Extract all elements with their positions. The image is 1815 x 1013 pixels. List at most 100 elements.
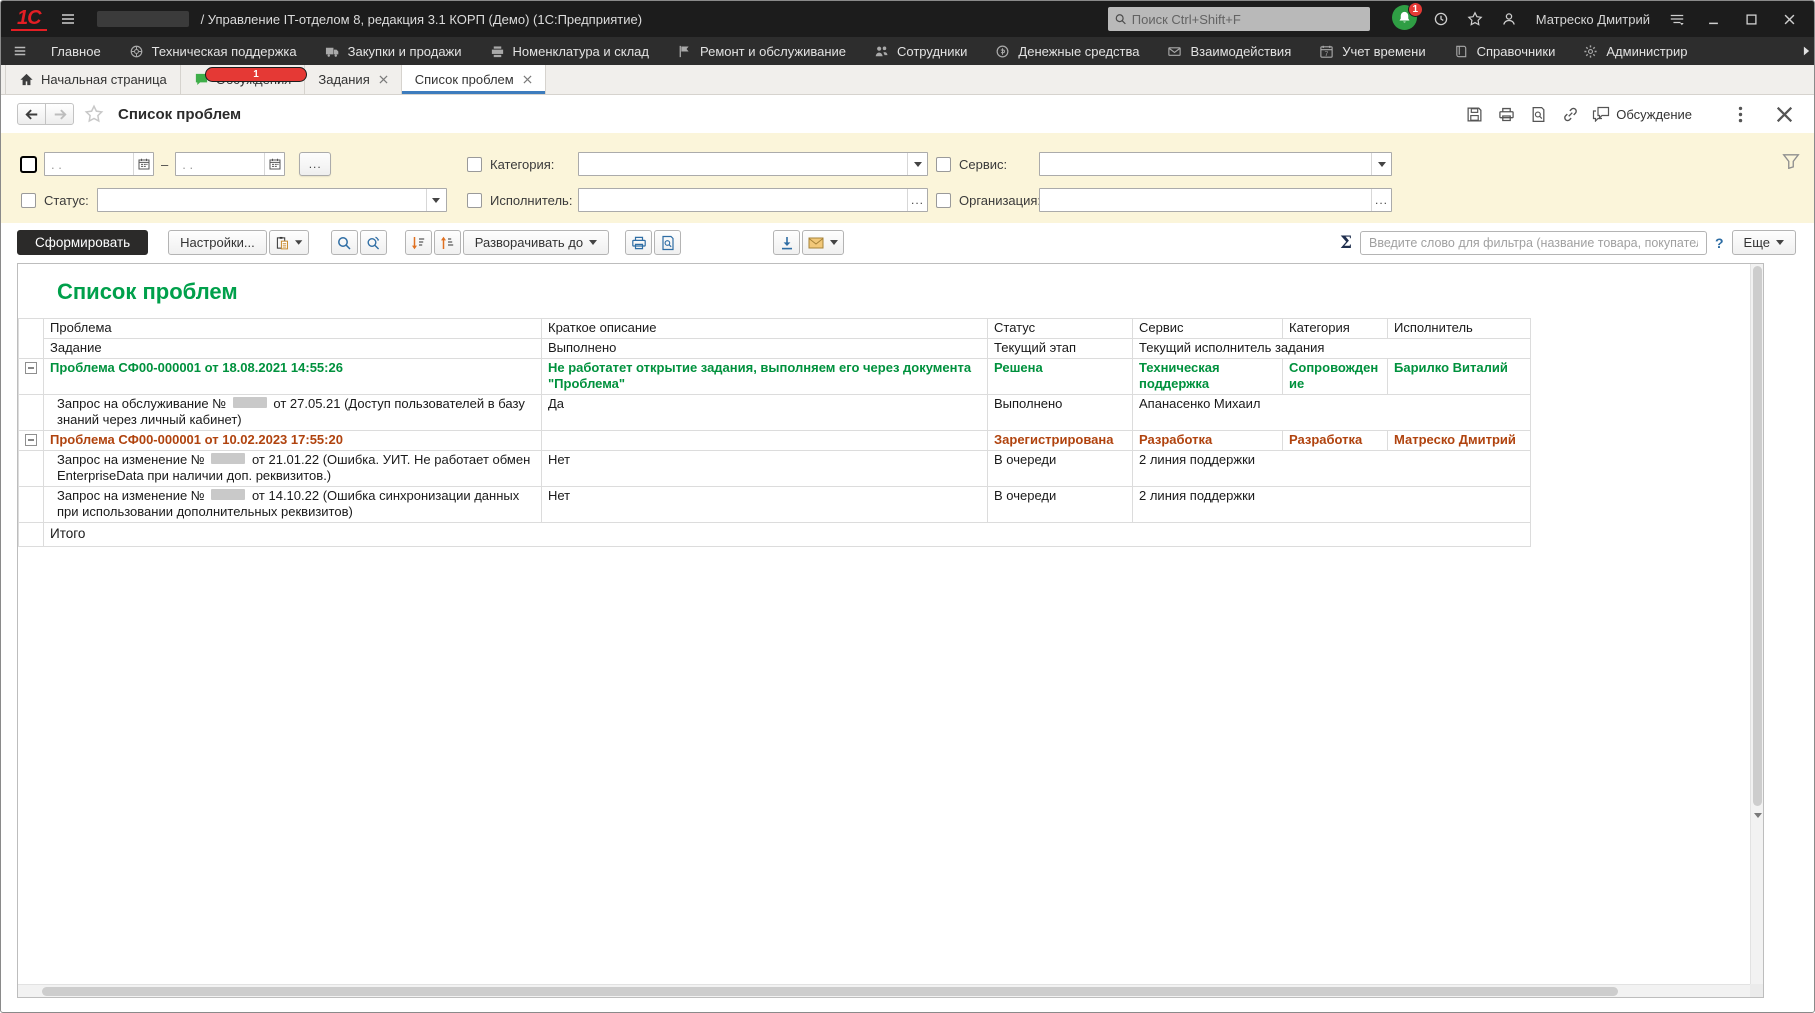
date-from-input[interactable]	[45, 153, 133, 175]
cell-task-executor[interactable]: 2 линия поддержки	[1133, 451, 1531, 487]
collapse-expander[interactable]	[25, 362, 37, 374]
cell-done[interactable]: Да	[542, 395, 988, 431]
cell-stage[interactable]: Выполнено	[988, 395, 1133, 431]
cell-stage[interactable]: В очереди	[988, 451, 1133, 487]
expand-groups-button[interactable]	[434, 230, 461, 255]
cell-service[interactable]: Техническая поддержка	[1133, 359, 1283, 395]
cell-executor[interactable]: Матреско Дмитрий	[1388, 431, 1531, 451]
period-more-button[interactable]: ...	[299, 152, 331, 176]
calendar-button[interactable]	[133, 153, 153, 175]
service-input[interactable]	[1040, 153, 1371, 175]
cell-task-executor[interactable]: Апанасенко Михаил	[1133, 395, 1531, 431]
category-input[interactable]	[579, 153, 907, 175]
tab-problem-list[interactable]: Список проблем	[402, 65, 546, 94]
executor-checkbox[interactable]	[467, 193, 482, 208]
preview-button[interactable]	[654, 230, 681, 255]
favorites-button[interactable]	[1462, 6, 1488, 32]
date-to-input[interactable]	[176, 153, 264, 175]
tab-discussions[interactable]: 1Обсуждения	[181, 65, 306, 94]
cell-problem[interactable]: Проблема СФ00-000001 от 10.02.2023 17:55…	[44, 431, 542, 451]
executor-field[interactable]: ...	[578, 188, 928, 212]
send-email-button[interactable]	[802, 230, 844, 255]
organization-checkbox[interactable]	[936, 193, 951, 208]
tab-tasks[interactable]: Задания	[305, 65, 401, 94]
history-button[interactable]	[1428, 6, 1454, 32]
date-to-field[interactable]	[175, 152, 285, 176]
minimize-button[interactable]	[1698, 5, 1728, 33]
menu-item-references[interactable]: Справочники	[1440, 37, 1570, 65]
forward-button[interactable]	[45, 103, 74, 125]
favorite-star-icon[interactable]	[84, 104, 104, 124]
cell-stage[interactable]: В очереди	[988, 487, 1133, 523]
view-settings-button[interactable]	[1664, 6, 1690, 32]
quick-filter-input[interactable]	[1361, 236, 1706, 250]
global-search-input[interactable]	[1132, 12, 1364, 27]
menu-item-employees[interactable]: Сотрудники	[860, 37, 981, 65]
executor-pick-button[interactable]: ...	[907, 189, 927, 211]
save-file-button[interactable]	[773, 230, 800, 255]
category-combo[interactable]	[578, 152, 928, 176]
service-combo[interactable]	[1039, 152, 1392, 176]
cell-task-executor[interactable]: 2 линия поддержки	[1133, 487, 1531, 523]
menu-item-purchases[interactable]: Закупки и продажи	[311, 37, 476, 65]
cell-service[interactable]: Разработка	[1133, 431, 1283, 451]
quick-filter-field[interactable]	[1360, 231, 1707, 255]
sections-menu-button[interactable]	[3, 37, 37, 65]
expand-to-button[interactable]: Разворачивать до	[463, 230, 609, 255]
cell-task[interactable]: Запрос на обслуживание № от 27.05.21 (До…	[44, 395, 542, 431]
main-menu-button[interactable]	[55, 6, 81, 32]
collapse-groups-button[interactable]	[405, 230, 432, 255]
more-actions-button[interactable]	[1726, 101, 1754, 127]
close-page-button[interactable]	[1770, 101, 1798, 127]
menu-item-main[interactable]: Главное	[37, 37, 115, 65]
organization-input[interactable]	[1040, 189, 1371, 211]
filter-funnel-icon[interactable]	[1782, 153, 1800, 169]
cell-executor[interactable]: Барилко Виталий	[1388, 359, 1531, 395]
organization-pick-button[interactable]: ...	[1371, 189, 1391, 211]
executor-input[interactable]	[579, 189, 907, 211]
print-button[interactable]	[1492, 101, 1520, 127]
cell-total[interactable]: Итого	[44, 523, 1531, 547]
more-button[interactable]: Еще	[1732, 230, 1796, 255]
menu-overflow-button[interactable]	[1803, 37, 1810, 65]
service-checkbox[interactable]	[936, 157, 951, 172]
discussion-button[interactable]: Обсуждение	[1588, 106, 1696, 122]
find-next-button[interactable]	[360, 230, 387, 255]
date-from-field[interactable]	[44, 152, 154, 176]
cell-status[interactable]: Зарегистрирована	[988, 431, 1133, 451]
find-button[interactable]	[331, 230, 358, 255]
status-input[interactable]	[98, 189, 426, 211]
cell-status[interactable]: Решена	[988, 359, 1133, 395]
back-button[interactable]	[17, 103, 46, 125]
cell-summary[interactable]	[542, 431, 988, 451]
cell-done[interactable]: Нет	[542, 487, 988, 523]
horizontal-scrollbar-thumb[interactable]	[42, 987, 1618, 996]
maximize-button[interactable]	[1736, 5, 1766, 33]
collapse-expander[interactable]	[25, 434, 37, 446]
help-button[interactable]: ?	[1715, 235, 1724, 251]
menu-item-administration[interactable]: Администрир	[1569, 37, 1701, 65]
calendar-button[interactable]	[264, 153, 284, 175]
vertical-scrollbar-thumb[interactable]	[1753, 266, 1762, 806]
menu-item-time[interactable]: 7Учет времени	[1305, 37, 1439, 65]
menu-item-tech-support[interactable]: Техническая поддержка	[115, 37, 311, 65]
cell-problem[interactable]: Проблема СФ00-000001 от 18.08.2021 14:55…	[44, 359, 542, 395]
get-link-button[interactable]	[1556, 101, 1584, 127]
menu-item-money[interactable]: Денежные средства	[981, 37, 1153, 65]
report-variants-button[interactable]	[269, 230, 309, 255]
settings-button[interactable]: Настройки...	[168, 230, 267, 255]
scroll-down-button[interactable]	[1751, 808, 1764, 822]
cell-task[interactable]: Запрос на изменение № от 21.01.22 (Ошибк…	[44, 451, 542, 487]
cell-summary[interactable]: Не работатет открытие задания, выполняем…	[542, 359, 988, 395]
close-tab-icon[interactable]	[523, 75, 532, 84]
cell-task[interactable]: Запрос на изменение № от 14.10.22 (Ошибк…	[44, 487, 542, 523]
notifications-button[interactable]: 1	[1392, 5, 1420, 33]
cell-category[interactable]: Сопровождение	[1283, 359, 1388, 395]
category-checkbox[interactable]	[467, 157, 482, 172]
cell-done[interactable]: Нет	[542, 451, 988, 487]
category-dropdown-button[interactable]	[907, 153, 927, 175]
close-tab-icon[interactable]	[379, 75, 388, 84]
print-preview-button[interactable]	[1524, 101, 1552, 127]
tab-home[interactable]: Начальная страница	[5, 65, 181, 94]
user-button[interactable]	[1496, 6, 1522, 32]
